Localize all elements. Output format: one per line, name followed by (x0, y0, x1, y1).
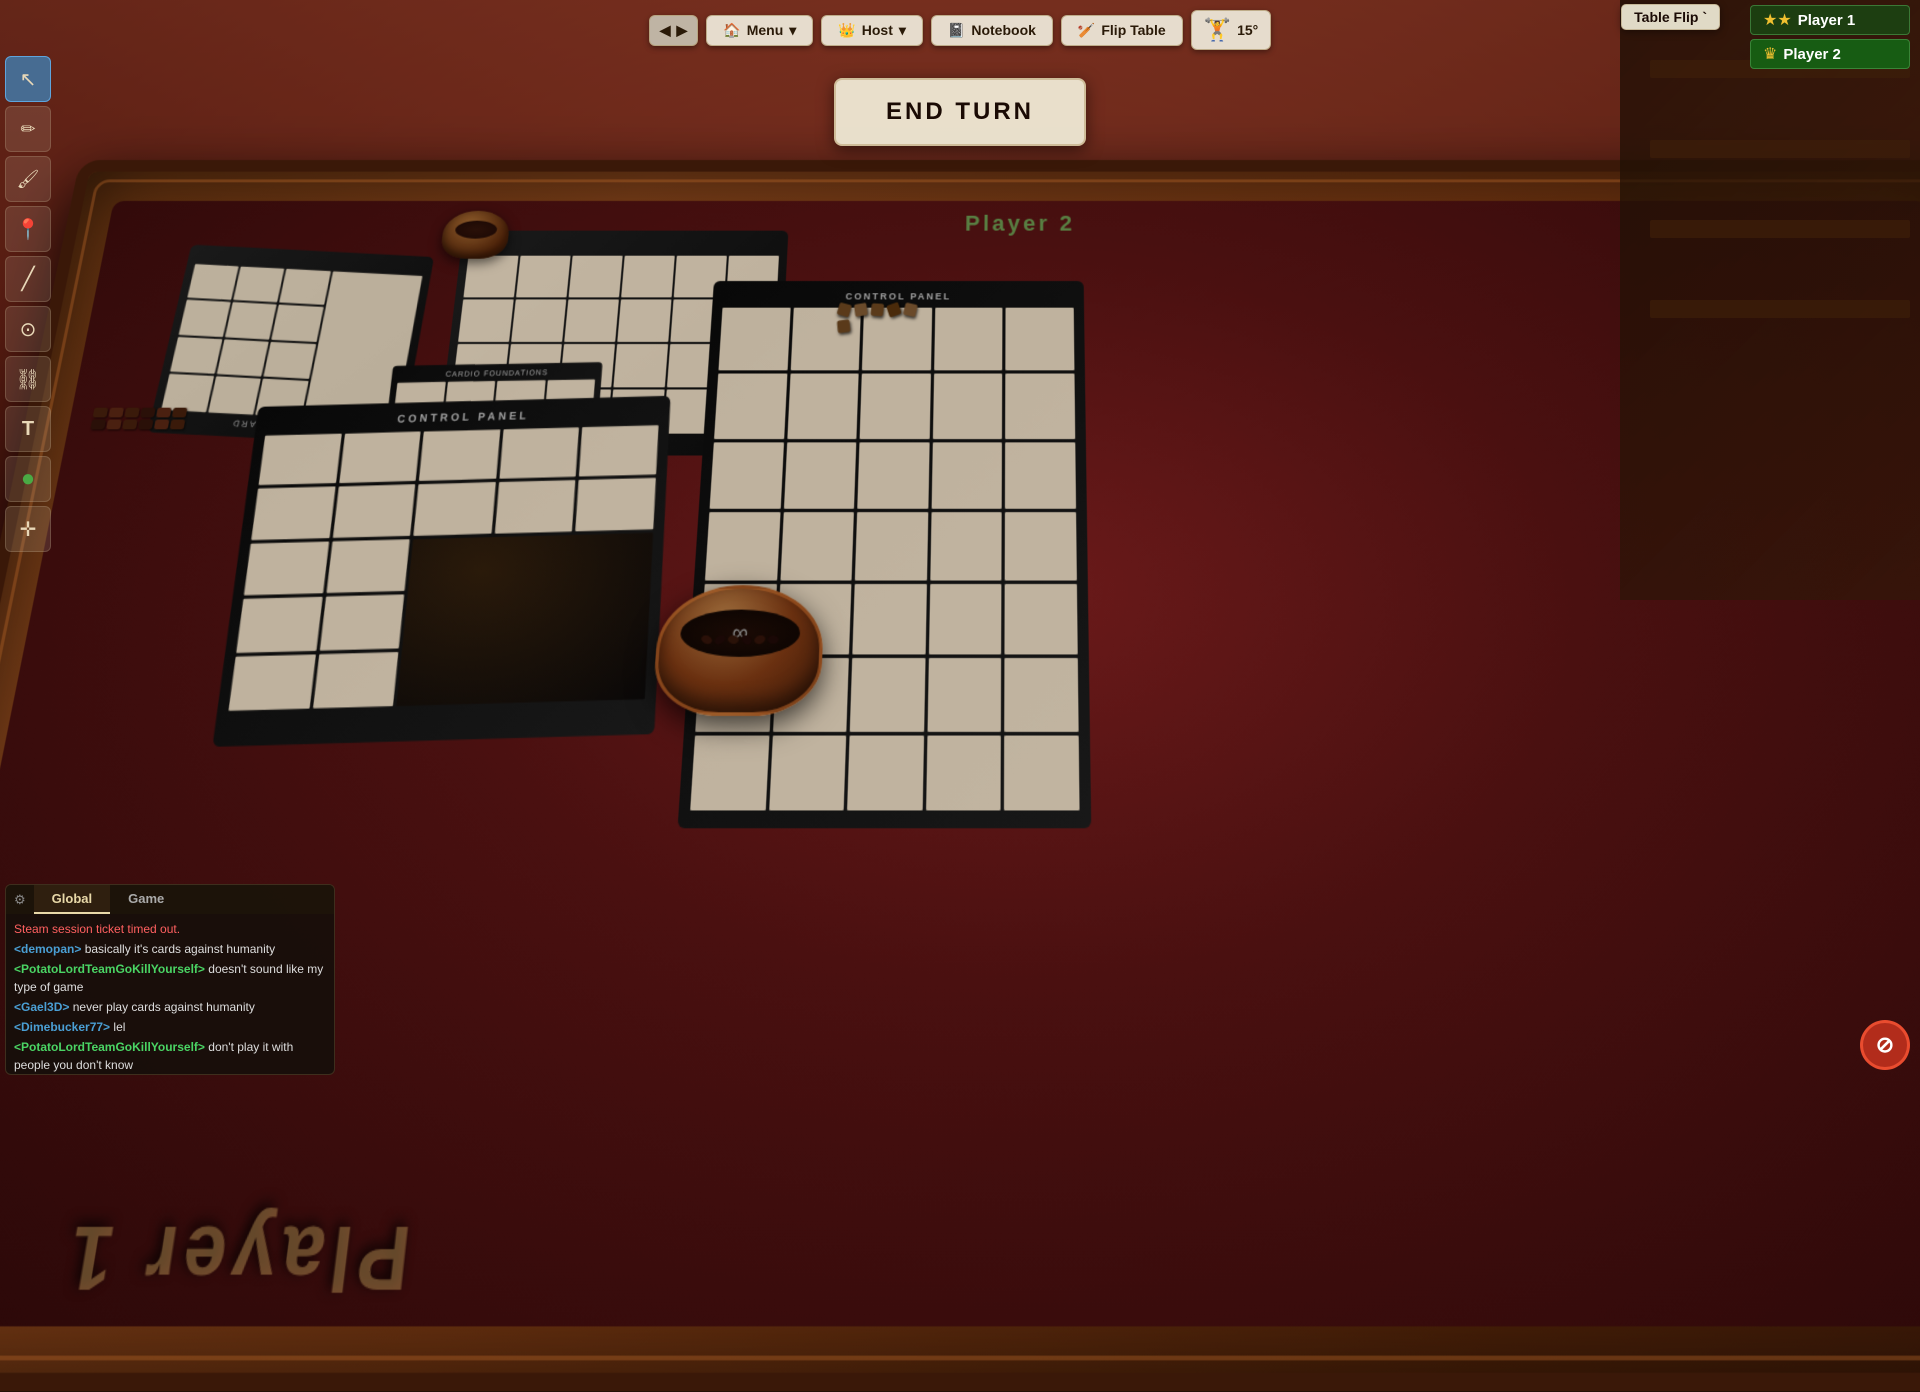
host-label: Host (862, 22, 893, 38)
tool-text[interactable]: T (5, 406, 51, 452)
menu-chevron-icon: ▾ (789, 22, 796, 39)
player-info-panel: ★★ Player 1 ♛ Player 2 (1750, 5, 1910, 69)
tool-move[interactable]: ✛ (5, 506, 51, 552)
player1-table-text: Player 1 (55, 1205, 416, 1311)
notebook-button[interactable]: 📓 Notebook (931, 15, 1053, 46)
forward-icon: ▶ (677, 22, 688, 39)
color-icon: ● (21, 465, 36, 493)
draw-icon: ✏ (20, 119, 35, 140)
bookshelf-shelves (1650, 60, 1910, 560)
chat-msg-1: <demopan> basically it's cards against h… (14, 940, 326, 958)
menu-label: Menu (747, 22, 784, 38)
tool-lasso[interactable]: ⊙ (5, 306, 51, 352)
board-control-right: CONTROL PANEL (678, 281, 1092, 828)
board-control-panel: CONTROL PANEL (212, 396, 670, 747)
token-group-left (89, 407, 199, 431)
no-entry-icon: ⊘ (1876, 1032, 1894, 1058)
back-forward-button[interactable]: ◀ ▶ (649, 15, 699, 46)
player1-name: Player 1 (1798, 12, 1856, 29)
dice-group-right (835, 301, 919, 334)
cursor-icon: ↖ (20, 67, 37, 92)
paint-icon: 🖌 (17, 169, 40, 190)
player1-row: ★★ Player 1 (1750, 5, 1910, 35)
lasso-icon: ⊙ (20, 317, 37, 342)
chat-msg-system: Steam session ticket timed out. (14, 920, 326, 938)
table-flip-notification: Table Flip ` (1621, 4, 1720, 30)
host-chevron-icon: ▾ (899, 22, 906, 39)
tool-draw[interactable]: ✏ (5, 106, 51, 152)
chat-panel: ⚙ Global Game Steam session ticket timed… (5, 884, 335, 1075)
no-entry-button[interactable]: ⊘ (1860, 1020, 1910, 1070)
notebook-label: Notebook (971, 22, 1036, 38)
host-icon: 👑 (838, 22, 855, 39)
timer-icon: 🏋 (1204, 17, 1231, 43)
line-icon: ╱ (21, 266, 34, 292)
tool-line[interactable]: ╱ (5, 256, 51, 302)
menu-button[interactable]: 🏠 Menu ▾ (706, 15, 813, 46)
chain-icon: ⛓ (15, 367, 40, 392)
end-turn-button[interactable]: END TURN (834, 78, 1086, 146)
text-icon: T (22, 418, 34, 441)
chat-msg-5: <PotatoLordTeamGoKillYourself> don't pla… (14, 1038, 326, 1074)
flip-table-label: Flip Table (1101, 22, 1165, 38)
notebook-icon: 📓 (948, 22, 965, 39)
chat-msg-3: <Gael3D> never play cards against humani… (14, 998, 326, 1016)
chat-messages: Steam session ticket timed out. <demopan… (6, 914, 334, 1074)
tool-cursor[interactable]: ↖ (5, 56, 51, 102)
settings-icon: ⚙ (14, 892, 26, 908)
tool-pointer[interactable]: 📍 (5, 206, 51, 252)
tool-chain[interactable]: ⛓ (5, 356, 51, 402)
chat-msg-4: <Dimebucker77> lel (14, 1018, 326, 1036)
chat-settings-btn[interactable]: ⚙ (6, 885, 34, 914)
move-icon: ✛ (20, 517, 37, 542)
game-tab-label: Game (128, 891, 164, 906)
bowl-small[interactable] (439, 211, 511, 259)
pointer-icon: 📍 (16, 217, 41, 242)
flip-table-icon: 🏏 (1078, 22, 1095, 39)
left-toolbar: ↖ ✏ 🖌 📍 ╱ ⊙ ⛓ T ● ✛ (0, 50, 56, 558)
host-button[interactable]: 👑 Host ▾ (821, 15, 923, 46)
player2-name: Player 2 (1783, 46, 1841, 63)
tool-paint[interactable]: 🖌 (5, 156, 51, 202)
home-icon: 🏠 (723, 22, 740, 39)
player1-stars: ★★ (1763, 10, 1792, 30)
player2-table-label: Player 2 (965, 211, 1075, 237)
back-icon: ◀ (660, 22, 671, 39)
flip-table-button[interactable]: 🏏 Flip Table (1061, 15, 1183, 46)
table-flip-text: Table Flip ` (1634, 9, 1707, 25)
player2-row: ♛ Player 2 (1750, 39, 1910, 69)
chat-tabs: ⚙ Global Game (6, 885, 334, 914)
chat-tab-global[interactable]: Global (34, 885, 110, 914)
bowl-main[interactable]: ∞ (651, 585, 825, 716)
global-tab-label: Global (52, 891, 92, 906)
tool-color[interactable]: ● (5, 456, 51, 502)
timer-button[interactable]: 🏋 15° (1191, 10, 1272, 50)
player2-crown: ♛ (1763, 44, 1777, 64)
chat-msg-2: <PotatoLordTeamGoKillYourself> doesn't s… (14, 960, 326, 996)
end-turn-label: END TURN (886, 98, 1034, 125)
timer-value: 15° (1237, 22, 1258, 38)
chat-tab-game[interactable]: Game (110, 885, 182, 914)
